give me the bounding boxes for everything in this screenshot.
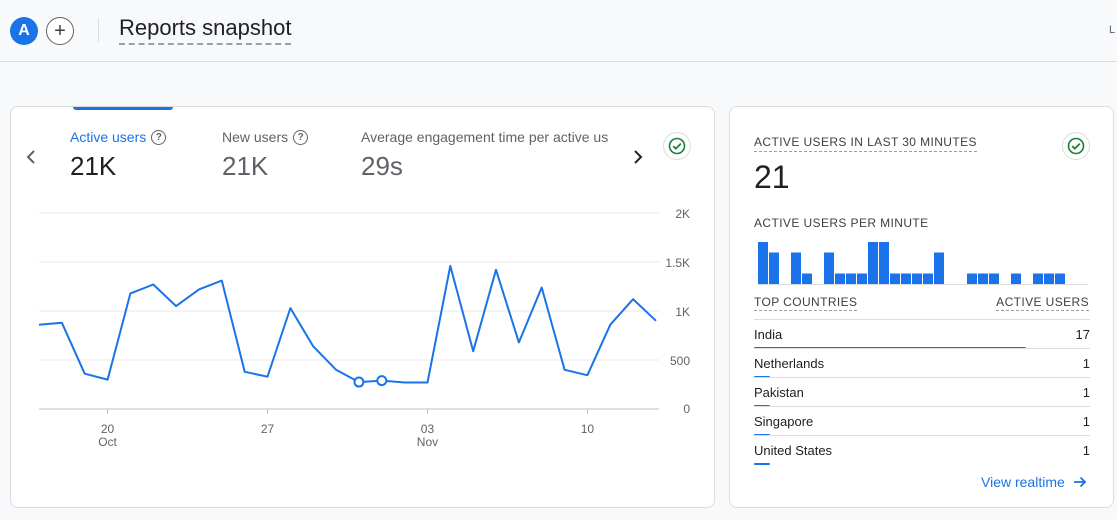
country-name: Pakistan: [754, 385, 804, 400]
country-value: 1: [1082, 356, 1090, 371]
country-value: 1: [1082, 443, 1090, 458]
minute-bar: [758, 242, 768, 284]
country-row: Netherlands 1: [754, 348, 1090, 378]
minute-bar: [923, 273, 933, 284]
minute-bar: [1044, 273, 1054, 284]
minute-bar: [967, 273, 977, 284]
data-point-marker: [376, 375, 388, 387]
minute-bar: [1033, 273, 1043, 284]
country-value: 17: [1075, 327, 1090, 342]
add-comparison-button[interactable]: +: [46, 17, 74, 45]
truncated-header-text: L: [1109, 24, 1116, 36]
x-tick-month-label: Nov: [417, 435, 438, 449]
minute-bar: [857, 273, 867, 284]
top-bar: A + Reports snapshot L: [0, 0, 1117, 62]
x-tick-label: 20: [101, 422, 115, 436]
country-row: India 17: [754, 319, 1090, 349]
x-tick-label: 27: [261, 422, 275, 436]
minute-bar: [1011, 273, 1021, 284]
view-realtime-link[interactable]: View realtime: [981, 474, 1087, 490]
country-name: Netherlands: [754, 356, 825, 371]
minute-bar: [835, 273, 845, 284]
country-value: 1: [1082, 414, 1090, 429]
minute-bar: [802, 273, 812, 284]
minute-bar: [934, 252, 944, 284]
x-tick-label: 10: [581, 422, 595, 436]
minute-bar: [901, 273, 911, 284]
minute-bar: [868, 242, 878, 284]
data-point-marker: [353, 376, 365, 388]
top-countries-header[interactable]: TOP COUNTRIES: [754, 295, 858, 311]
per-minute-bar-chart: [758, 242, 1088, 285]
minute-bar: [989, 273, 999, 284]
minute-bar: [769, 252, 779, 284]
arrow-right-icon: [1073, 476, 1087, 488]
country-row: Singapore 1: [754, 406, 1090, 436]
x-tick-label: 03: [421, 422, 435, 436]
y-tick-label: 500: [670, 354, 690, 368]
account-avatar[interactable]: A: [10, 17, 38, 45]
minute-bar: [824, 252, 834, 284]
country-row: Pakistan 1: [754, 377, 1090, 407]
users-overview-card: Active users ? 21K New users ? 21K Avera…: [10, 106, 715, 508]
y-tick-label: 1.5K: [665, 256, 690, 270]
view-realtime-label: View realtime: [981, 474, 1065, 490]
y-tick-label: 0: [683, 402, 690, 416]
active-users-line-chart: 0 500 1K 1.5K 2K 20Oct 27 03Nov 10: [38, 207, 690, 449]
country-share-bar: [754, 463, 770, 465]
minute-bar: [879, 242, 889, 284]
minute-bar: [846, 273, 856, 284]
active-users-header[interactable]: ACTIVE USERS: [996, 295, 1089, 311]
series-line: [38, 264, 657, 384]
minute-bar: [1055, 273, 1065, 284]
country-name: Singapore: [754, 414, 814, 429]
country-value: 1: [1082, 385, 1090, 400]
minute-bar: [978, 273, 988, 284]
header-divider: [98, 18, 99, 42]
x-tick-month-label: Oct: [98, 435, 117, 449]
minute-bar: [912, 273, 922, 284]
minute-bar: [791, 252, 801, 284]
country-name: India: [754, 327, 783, 342]
country-row: United States 1: [754, 435, 1090, 465]
y-tick-label: 1K: [675, 305, 690, 319]
minute-bar: [890, 273, 900, 284]
country-name: United States: [754, 443, 833, 458]
y-tick-label: 2K: [675, 207, 690, 221]
page-title: Reports snapshot: [119, 15, 292, 45]
realtime-card: ACTIVE USERS IN LAST 30 MINUTES 21 ACTIV…: [729, 106, 1114, 508]
